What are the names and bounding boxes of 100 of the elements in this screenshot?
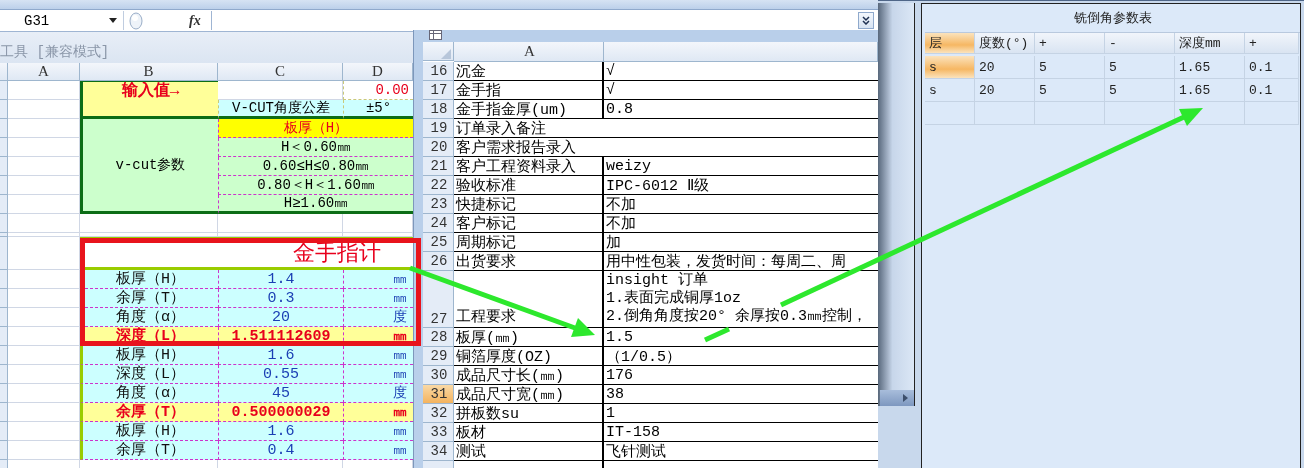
row-header[interactable]	[0, 441, 8, 460]
row-header[interactable]	[0, 384, 8, 403]
table-cell: 铜箔厚度(OZ)	[454, 347, 604, 366]
row-header[interactable]: 16	[423, 62, 454, 81]
scroll-right-button[interactable]	[880, 390, 914, 406]
row-header[interactable]	[0, 176, 8, 195]
table-cell: 测试	[454, 442, 604, 461]
row-header[interactable]	[0, 195, 8, 214]
cell-text-line: 1.表面完成铜厚1oz	[606, 290, 741, 307]
row-header[interactable]: 20	[423, 138, 454, 157]
row-header[interactable]	[0, 233, 8, 237]
row-header[interactable]	[0, 100, 8, 119]
table-cell: IPC-6012 Ⅱ级	[604, 176, 878, 195]
row-header[interactable]: 26	[423, 252, 454, 271]
row-header[interactable]	[0, 327, 8, 346]
column-header[interactable]: +	[1245, 33, 1299, 54]
table-cell: 订单录入备注	[454, 119, 878, 138]
table-cell[interactable]: 20	[975, 56, 1035, 79]
insert-function-button[interactable]: fx	[189, 12, 203, 29]
row-header[interactable]: 17	[423, 81, 454, 100]
table-cell: 不加	[604, 214, 878, 233]
column-header[interactable]: 度数(°)	[975, 33, 1035, 54]
table-cell[interactable]: 20	[975, 79, 1035, 102]
row-header[interactable]	[0, 81, 8, 100]
row-header[interactable]	[0, 157, 8, 176]
table-cell: 0.500000029	[218, 403, 343, 422]
column-header[interactable]	[604, 42, 878, 62]
row-header[interactable]	[0, 460, 8, 468]
row-header[interactable]	[0, 403, 8, 422]
column-header[interactable]: 层	[925, 33, 975, 54]
row-header[interactable]: 32	[423, 404, 454, 423]
row-header[interactable]: 34	[423, 442, 454, 461]
table-cell[interactable]: s	[925, 79, 975, 102]
row-header[interactable]	[0, 289, 8, 308]
table-cell: 角度（α）	[80, 384, 218, 403]
table-cell: 0.8	[604, 100, 878, 119]
resize-handle[interactable]	[129, 11, 143, 30]
table-cell: 度	[343, 384, 413, 403]
row-header[interactable]	[0, 214, 8, 233]
table-cell[interactable]: 1.65	[1175, 79, 1245, 102]
row-header[interactable]: 18	[423, 100, 454, 119]
column-header[interactable]: A	[8, 63, 80, 81]
name-box[interactable]: G31	[0, 11, 124, 30]
row-header[interactable]: 24	[423, 214, 454, 233]
table-cell: v-cut参数	[80, 119, 218, 214]
table-cell: 余厚（T）	[80, 441, 218, 460]
column-header[interactable]: A	[454, 42, 604, 62]
table-cell: 沉金	[454, 62, 604, 81]
row-header[interactable]	[0, 237, 8, 270]
row-header[interactable]	[0, 346, 8, 365]
row-header[interactable]	[0, 365, 8, 384]
triangle-right-icon	[903, 394, 908, 402]
table-cell: 成品尺寸宽(㎜)	[454, 385, 604, 404]
table-cell[interactable]: 5	[1105, 56, 1175, 79]
column-header[interactable]: -	[1105, 33, 1175, 54]
column-header[interactable]: 深度mm	[1175, 33, 1245, 54]
workbook-icon	[429, 30, 442, 40]
row-header[interactable]: 33	[423, 423, 454, 442]
table-cell: ㎜	[343, 289, 413, 308]
row-header[interactable]	[0, 119, 8, 138]
row-header[interactable]: 23	[423, 195, 454, 214]
row-header[interactable]	[0, 422, 8, 441]
row-header[interactable]: 31	[423, 385, 454, 404]
row-header[interactable]: 19	[423, 119, 454, 138]
row-header[interactable]: 28	[423, 328, 454, 347]
table-cell[interactable]: 5	[1035, 56, 1105, 79]
table-cell: 1.6	[218, 346, 343, 365]
table-cell: 板厚（H）	[80, 346, 218, 365]
expand-formula-button[interactable]	[858, 12, 874, 29]
table-cell: IT-158	[604, 423, 878, 442]
table-cell[interactable]: s	[925, 56, 975, 79]
table-cell[interactable]: 5	[1035, 79, 1105, 102]
row-header[interactable]	[0, 138, 8, 157]
corner-header[interactable]	[0, 63, 8, 81]
table-cell[interactable]: 0.1	[1245, 79, 1299, 102]
table-cell: ㎜	[343, 422, 413, 441]
table-cell[interactable]: 0.1	[1245, 56, 1299, 79]
table-cell[interactable]: 1.65	[1175, 56, 1245, 79]
row-header[interactable]: 25	[423, 233, 454, 252]
table-cell: 周期标记	[454, 233, 604, 252]
row-header[interactable]	[0, 308, 8, 327]
row-header[interactable]	[0, 270, 8, 289]
column-header[interactable]: B	[80, 63, 218, 81]
table-cell: 拼板数su	[454, 404, 604, 423]
row-header[interactable]: 21	[423, 157, 454, 176]
table-cell[interactable]: 5	[1105, 79, 1175, 102]
column-header[interactable]: +	[1035, 33, 1105, 54]
table-cell: 38	[604, 385, 878, 404]
table-cell: 20	[218, 308, 343, 327]
column-header[interactable]: C	[218, 63, 343, 81]
row-header[interactable]: 30	[423, 366, 454, 385]
empty-cell	[1105, 102, 1175, 125]
row-header[interactable]: 29	[423, 347, 454, 366]
table-cell: 金手指	[454, 81, 604, 100]
corner-header[interactable]	[423, 42, 454, 61]
column-header[interactable]: D	[343, 63, 413, 81]
row-header[interactable]: 27	[423, 271, 454, 328]
table-cell: 1.4	[218, 270, 343, 289]
row-header[interactable]: 22	[423, 176, 454, 195]
table-cell: 输入值→	[80, 81, 218, 119]
